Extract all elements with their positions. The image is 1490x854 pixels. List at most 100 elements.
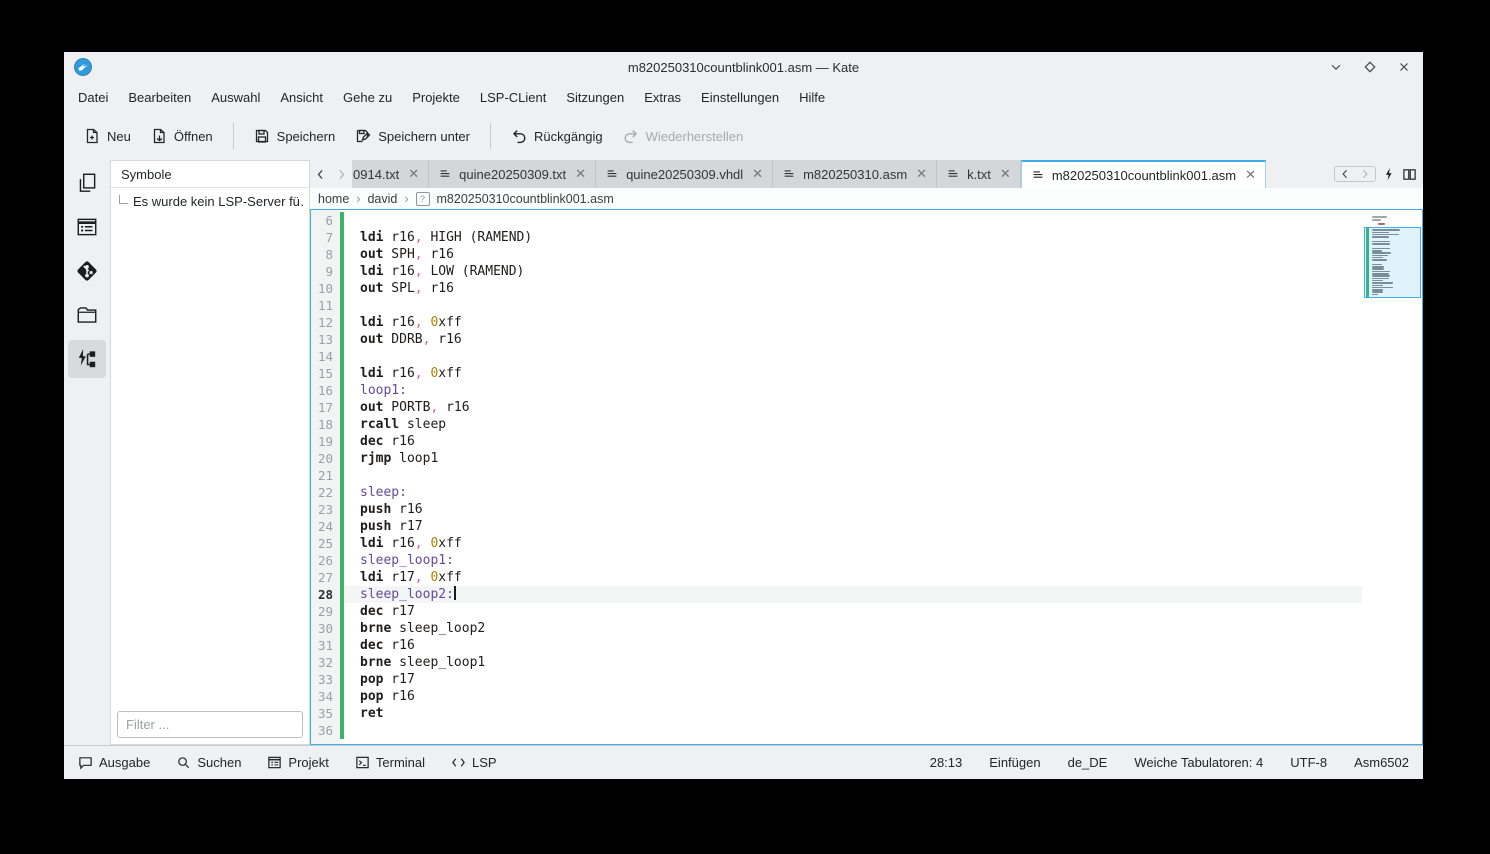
code-text: ldi r16, 0xff [344,535,1362,552]
tab-m820250310-asm[interactable]: m820250310.asm✕ [773,160,937,188]
tab-close-icon[interactable]: ✕ [1000,166,1011,182]
code-line-20[interactable]: 20rjmp loop1 [311,450,1362,467]
minimize-button[interactable] [1327,58,1345,76]
tabs-scroll-right-button[interactable] [331,160,352,188]
code-line-27[interactable]: 27ldi r17, 0xff [311,569,1362,586]
close-button[interactable] [1395,58,1413,76]
menu-item-sitzungen[interactable]: Sitzungen [556,86,634,109]
r-ckg-ngig-button[interactable]: Rückgängig [501,121,613,151]
code-line-29[interactable]: 29dec r17 [311,603,1362,620]
kate-app-icon[interactable] [74,58,92,76]
tab-quine20250309-vhdl[interactable]: quine20250309.vhdl✕ [596,160,773,188]
tab-quine20250309-txt[interactable]: quine20250309.txt✕ [429,160,596,188]
wiederherstellen-button[interactable]: Wiederherstellen [613,121,754,151]
toolview-button-git[interactable] [68,252,106,290]
toolview-button-folder[interactable] [68,296,106,334]
code-line-15[interactable]: 15ldi r16, 0xff [311,365,1362,382]
statusbar-toggle-terminal[interactable]: Terminal [351,752,429,773]
symbols-filter-input[interactable] [117,711,303,738]
code-line-23[interactable]: 23push r16 [311,501,1362,518]
code-line-19[interactable]: 19dec r16 [311,433,1362,450]
statusbar-toggle-ausgabe[interactable]: Ausgabe [74,752,154,773]
neu-button[interactable]: Neu [74,121,141,151]
ffnen-button[interactable]: Öffnen [141,121,223,151]
split-view-icon[interactable] [1402,167,1417,182]
maximize-button[interactable] [1361,58,1379,76]
document-lines-icon [782,167,796,181]
toolview-button-documents[interactable] [68,164,106,202]
code-line-17[interactable]: 17out PORTB, r16 [311,399,1362,416]
menu-item-datei[interactable]: Datei [68,86,118,109]
menu-item-gehe-zu[interactable]: Gehe zu [333,86,402,109]
titlebar[interactable]: m820250310countblink001.asm — Kate [64,52,1423,82]
code-line-34[interactable]: 34pop r16 [311,688,1362,705]
toolview-button-list-window[interactable] [68,208,106,246]
code-line-18[interactable]: 18rcall sleep [311,416,1362,433]
menu-item-extras[interactable]: Extras [634,86,691,109]
code-line-33[interactable]: 33pop r17 [311,671,1362,688]
statusbar-toggle-lsp[interactable]: LSP [447,752,501,773]
statusbar-toggle-projekt[interactable]: Projekt [263,752,332,773]
quick-open-icon[interactable] [1382,167,1396,181]
breadcrumb-file[interactable]: m820250310countblink001.asm [437,192,614,206]
code-line-6[interactable]: 6 [311,212,1362,229]
tab-m820250310countblink001-asm[interactable]: m820250310countblink001.asm✕ [1021,160,1266,188]
code-line-7[interactable]: 7ldi r16, HIGH (RAMEND) [311,229,1362,246]
tab-k-txt[interactable]: k.txt✕ [937,160,1021,188]
prev-document-button[interactable] [1339,168,1351,180]
minimap-scrollbar[interactable] [1364,211,1422,743]
next-document-button[interactable] [1359,168,1371,180]
speichern-button[interactable]: Speichern [244,121,346,151]
toolview-button-lsp-symbols[interactable] [68,340,106,378]
menu-item-bearbeiten[interactable]: Bearbeiten [118,86,201,109]
code-line-28[interactable]: 28sleep_loop2: [311,586,1362,603]
code-line-25[interactable]: 25ldi r16, 0xff [311,535,1362,552]
statusbar-dictionary[interactable]: de_DE [1068,755,1108,770]
code-line-12[interactable]: 12ldi r16, 0xff [311,314,1362,331]
editor-view[interactable]: 67ldi r16, HIGH (RAMEND)8out SPH, r169ld… [310,209,1423,745]
menu-item-auswahl[interactable]: Auswahl [201,86,270,109]
code-line-14[interactable]: 14 [311,348,1362,365]
code-line-22[interactable]: 22sleep: [311,484,1362,501]
menu-item-projekte[interactable]: Projekte [402,86,470,109]
code-line-13[interactable]: 13out DDRB, r16 [311,331,1362,348]
tabs-scroll-left-button[interactable] [310,160,331,188]
symbols-tree[interactable]: Es wurde kein LSP-Server fü… [111,188,309,706]
symbols-tree-item[interactable]: Es wurde kein LSP-Server fü… [117,194,303,209]
code-line-30[interactable]: 30brne sleep_loop2 [311,620,1362,637]
menu-item-lsp-client[interactable]: LSP-CLient [470,86,556,109]
statusbar-toggle-suchen[interactable]: Suchen [172,752,245,773]
code-line-8[interactable]: 8out SPH, r16 [311,246,1362,263]
tab-close-icon[interactable]: ✕ [916,166,927,182]
tab-0914-txt[interactable]: 0914.txt✕ [352,160,429,188]
statusbar-cursor-position[interactable]: 28:13 [930,755,963,770]
speichern-unter-button[interactable]: Speichern unter [345,121,480,151]
tab-close-icon[interactable]: ✕ [575,166,586,182]
code-line-36[interactable]: 36 [311,722,1362,739]
menu-item-ansicht[interactable]: Ansicht [270,86,333,109]
menu-item-einstellungen[interactable]: Einstellungen [691,86,789,109]
breadcrumb-segment-david[interactable]: david [367,192,397,206]
statusbar-encoding[interactable]: UTF-8 [1290,755,1327,770]
tab-close-icon[interactable]: ✕ [752,166,763,182]
statusbar-insert-mode[interactable]: Einfügen [989,755,1040,770]
code-line-9[interactable]: 9ldi r16, LOW (RAMEND) [311,263,1362,280]
code-line-31[interactable]: 31dec r16 [311,637,1362,654]
code-line-11[interactable]: 11 [311,297,1362,314]
minimap-viewport[interactable] [1364,227,1421,298]
tab-close-icon[interactable]: ✕ [408,166,419,182]
statusbar-toggle-label: LSP [472,755,497,770]
breadcrumb-segment-home[interactable]: home [318,192,349,206]
statusbar-toggle-label: Terminal [376,755,425,770]
code-line-35[interactable]: 35ret [311,705,1362,722]
code-line-24[interactable]: 24push r17 [311,518,1362,535]
code-line-32[interactable]: 32brne sleep_loop1 [311,654,1362,671]
statusbar-tab-settings[interactable]: Weiche Tabulatoren: 4 [1134,755,1263,770]
code-line-21[interactable]: 21 [311,467,1362,484]
tab-close-icon[interactable]: ✕ [1245,167,1256,183]
code-line-16[interactable]: 16loop1: [311,382,1362,399]
code-line-10[interactable]: 10out SPL, r16 [311,280,1362,297]
statusbar-syntax-mode[interactable]: Asm6502 [1354,755,1409,770]
menu-item-hilfe[interactable]: Hilfe [789,86,835,109]
code-line-26[interactable]: 26sleep_loop1: [311,552,1362,569]
